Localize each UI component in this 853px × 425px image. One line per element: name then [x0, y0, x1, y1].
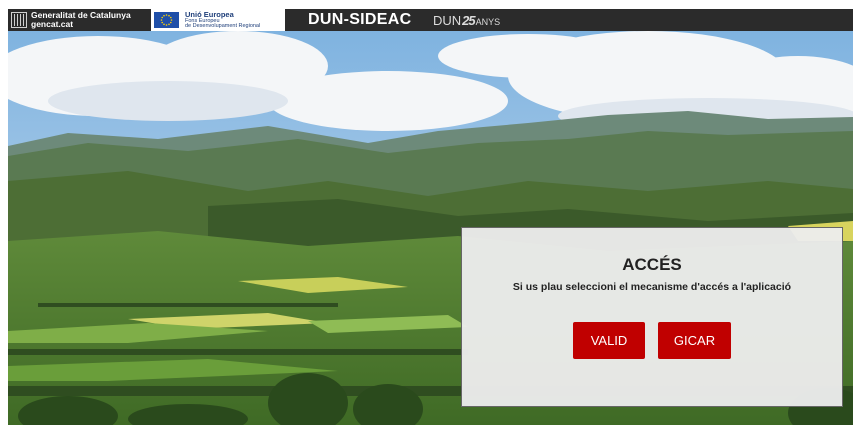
gicar-button[interactable]: GICAR [658, 322, 731, 359]
eu-feder-logo: Unió Europea Fons Europeu de Desenvolupa… [151, 9, 285, 31]
gencat-url: gencat.cat [31, 19, 74, 29]
gencat-logo[interactable]: Generalitat de Catalunya gencat.cat [8, 9, 148, 31]
gencat-seal-icon [11, 12, 27, 28]
access-dialog: ACCÉS Si us plau seleccioni el mecanisme… [461, 227, 843, 407]
app-title: DUN-SIDEAC [308, 11, 412, 28]
page: Generalitat de Catalunya gencat.cat Unió… [8, 9, 853, 425]
dialog-title: ACCÉS [622, 255, 682, 274]
valid-button[interactable]: VALID [573, 322, 645, 359]
dun-25-anys-logo: DUN 25 ANYS [433, 13, 500, 28]
top-bar: Generalitat de Catalunya gencat.cat Unió… [8, 9, 853, 31]
eu-flag-icon [154, 12, 179, 28]
anniv-suffix: ANYS [475, 17, 501, 27]
anniv-number: 25 [462, 13, 476, 28]
anniv-prefix: DUN [433, 13, 462, 28]
eu-fund-line2: de Desenvolupament Regional [185, 23, 261, 29]
dialog-subtitle: Si us plau seleccioni el mecanisme d'acc… [512, 281, 792, 293]
